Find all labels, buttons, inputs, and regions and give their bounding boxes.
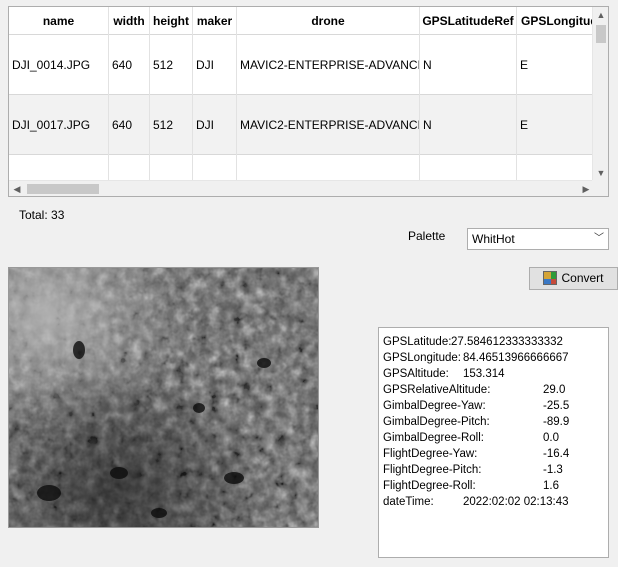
column-header-name[interactable]: name bbox=[9, 7, 109, 35]
image-metadata-table[interactable]: name width height maker drone GPSLatitud… bbox=[8, 6, 609, 197]
info-flight-yaw: FlightDegree-Yaw: -16.4 bbox=[383, 448, 570, 460]
cell-name: DJI_0014.JPG bbox=[9, 35, 109, 95]
column-header-height[interactable]: height bbox=[150, 7, 193, 35]
info-gps-relative-altitude: GPSRelativeAltitude: 29.0 bbox=[383, 384, 566, 396]
palette-selected-value: WhitHot bbox=[472, 232, 515, 246]
info-gimbal-roll: GimbalDegree-Roll: 0.0 bbox=[383, 432, 559, 444]
info-flight-roll: FlightDegree-Roll: 1.6 bbox=[383, 480, 559, 492]
column-header-width[interactable]: width bbox=[109, 7, 150, 35]
column-header-drone[interactable]: drone bbox=[237, 7, 420, 35]
scroll-left-icon[interactable]: ◀ bbox=[9, 181, 25, 196]
cell-width: 640 bbox=[109, 35, 150, 95]
info-gps-longitude: GPSLongitude: 84.46513966666667 bbox=[383, 352, 569, 364]
scroll-up-icon[interactable]: ▲ bbox=[593, 7, 608, 23]
palette-label: Palette bbox=[408, 229, 446, 243]
vertical-scrollbar[interactable]: ▲ ▼ bbox=[592, 7, 608, 181]
convert-button[interactable]: Convert bbox=[529, 267, 618, 290]
cell-drone: MAVIC2-ENTERPRISE-ADVANCED bbox=[237, 95, 420, 155]
cell-name: DJI_0017.JPG bbox=[9, 95, 109, 155]
cell-maker: DJI bbox=[193, 35, 237, 95]
info-flight-pitch: FlightDegree-Pitch: -1.3 bbox=[383, 464, 563, 476]
scroll-down-icon[interactable]: ▼ bbox=[593, 165, 608, 181]
convert-label: Convert bbox=[561, 271, 604, 285]
table-row[interactable]: DJI_0014.JPG 640 512 DJI MAVIC2-ENTERPRI… bbox=[9, 35, 594, 95]
palette-select[interactable]: WhitHot ﹀ bbox=[467, 228, 609, 250]
info-gimbal-pitch: GimbalDegree-Pitch: -89.9 bbox=[383, 416, 570, 428]
info-gimbal-yaw: GimbalDegree-Yaw: -25.5 bbox=[383, 400, 570, 412]
horizontal-scrollbar[interactable]: ◀ ▶ bbox=[9, 180, 594, 196]
cell-gpslongitude: E bbox=[520, 58, 529, 72]
thermal-image-preview bbox=[8, 267, 319, 528]
metadata-info-panel: GPSLatitude: 27.584612333333332 GPSLongit… bbox=[378, 327, 609, 558]
vertical-scroll-thumb[interactable] bbox=[596, 25, 606, 43]
cell-height: 512 bbox=[150, 95, 193, 155]
column-header-gpslatituderef[interactable]: GPSLatitudeRef bbox=[420, 7, 517, 35]
cell-gpslatituderef: N bbox=[420, 95, 517, 155]
cell-gpslongitude: E bbox=[520, 118, 529, 132]
cell-height: 512 bbox=[150, 35, 193, 95]
column-header-maker[interactable]: maker bbox=[193, 7, 237, 35]
cell-width: 640 bbox=[109, 95, 150, 155]
table-row[interactable]: DJI_0017.JPG 640 512 DJI MAVIC2-ENTERPRI… bbox=[9, 95, 594, 155]
cell-maker: DJI bbox=[193, 95, 237, 155]
convert-icon bbox=[543, 271, 558, 285]
info-gps-altitude: GPSAltitude: 153.314 bbox=[383, 368, 505, 380]
column-header-gpslongitude[interactable]: GPSLongitude bbox=[517, 7, 597, 35]
cell-gpslatituderef: N bbox=[420, 35, 517, 95]
chevron-down-icon: ﹀ bbox=[594, 233, 604, 244]
table-header: name width height maker drone GPSLatitud… bbox=[9, 7, 597, 35]
info-datetime: dateTime: 2022:02:02 02:13:43 bbox=[383, 496, 569, 508]
info-gps-latitude: GPSLatitude: 27.584612333333332 bbox=[383, 336, 563, 348]
cell-drone: MAVIC2-ENTERPRISE-ADVANCED bbox=[237, 35, 420, 95]
horizontal-scroll-thumb[interactable] bbox=[27, 184, 99, 194]
total-count: Total: 33 bbox=[19, 208, 65, 222]
scrollbar-corner bbox=[592, 180, 608, 196]
